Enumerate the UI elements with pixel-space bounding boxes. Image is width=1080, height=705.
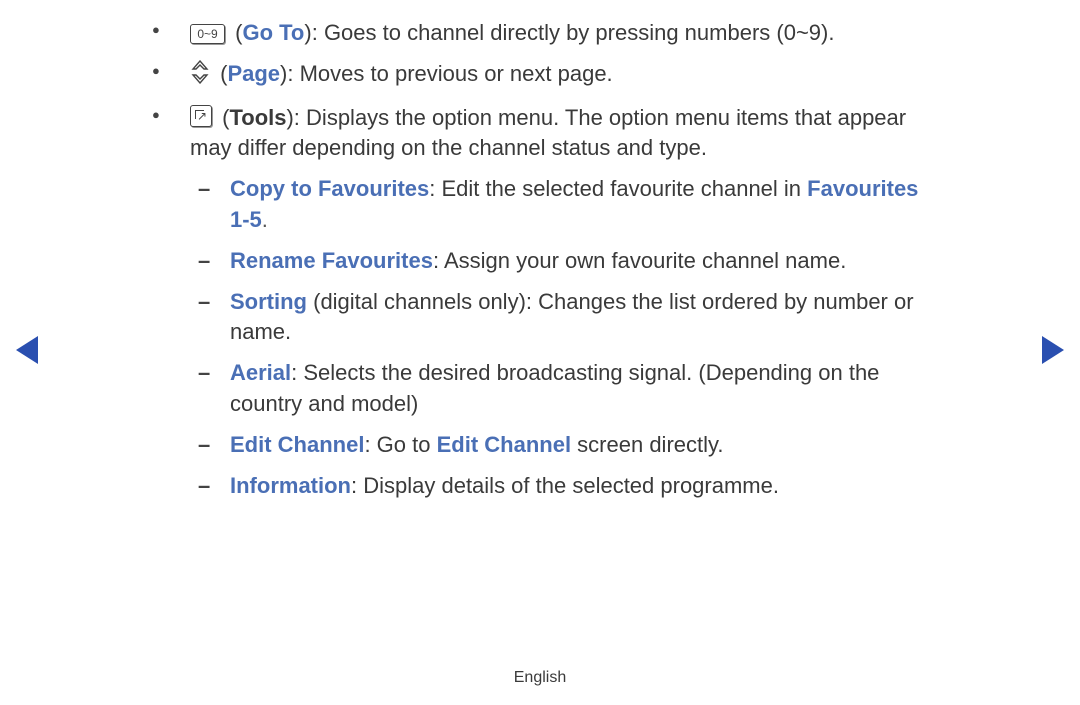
bullet-tools: (Tools): Displays the option menu. The o…	[140, 103, 940, 165]
sub-rename-favourites: Rename Favourites: Assign your own favou…	[140, 246, 940, 277]
tools-label: Tools	[229, 105, 286, 130]
copy-fav-desc: : Edit the selected favourite channel in	[429, 176, 807, 201]
information-desc: : Display details of the selected progra…	[351, 473, 779, 498]
help-content: 0~9 (Go To): Goes to channel directly by…	[140, 18, 940, 511]
copy-fav-label: Copy to Favourites	[230, 176, 429, 201]
sorting-label: Sorting	[230, 289, 307, 314]
aerial-desc: : Selects the desired broadcasting signa…	[230, 360, 879, 416]
edit-channel-pre: : Go to	[364, 432, 436, 457]
page-updown-icon	[190, 60, 210, 93]
nav-next-button[interactable]	[1042, 336, 1064, 364]
rename-fav-label: Rename Favourites	[230, 248, 433, 273]
edit-channel-label: Edit Channel	[230, 432, 364, 457]
bullet-page: (Page): Moves to previous or next page.	[140, 59, 940, 93]
sub-edit-channel: Edit Channel: Go to Edit Channel screen …	[140, 430, 940, 461]
sub-information: Information: Display details of the sele…	[140, 471, 940, 502]
numeric-key-icon: 0~9	[190, 24, 225, 44]
page-desc: Moves to previous or next page.	[300, 61, 613, 86]
goto-desc: Goes to channel directly by pressing num…	[324, 20, 835, 45]
sorting-note: (digital channels only)	[307, 289, 526, 314]
nav-prev-button[interactable]	[16, 336, 38, 364]
sub-copy-favourites: Copy to Favourites: Edit the selected fa…	[140, 174, 940, 236]
edit-channel-post: screen directly.	[571, 432, 723, 457]
page-label: Page	[227, 61, 280, 86]
sub-sorting: Sorting (digital channels only): Changes…	[140, 287, 940, 349]
information-label: Information	[230, 473, 351, 498]
tools-icon	[190, 105, 212, 127]
bullet-goto: 0~9 (Go To): Goes to channel directly by…	[140, 18, 940, 49]
footer-language: English	[0, 669, 1080, 687]
rename-fav-desc: : Assign your own favourite channel name…	[433, 248, 846, 273]
edit-channel-ref: Edit Channel	[437, 432, 571, 457]
tools-desc: Displays the option menu. The option men…	[190, 105, 906, 161]
goto-label: Go To	[242, 20, 304, 45]
aerial-label: Aerial	[230, 360, 291, 385]
sub-aerial: Aerial: Selects the desired broadcasting…	[140, 358, 940, 420]
